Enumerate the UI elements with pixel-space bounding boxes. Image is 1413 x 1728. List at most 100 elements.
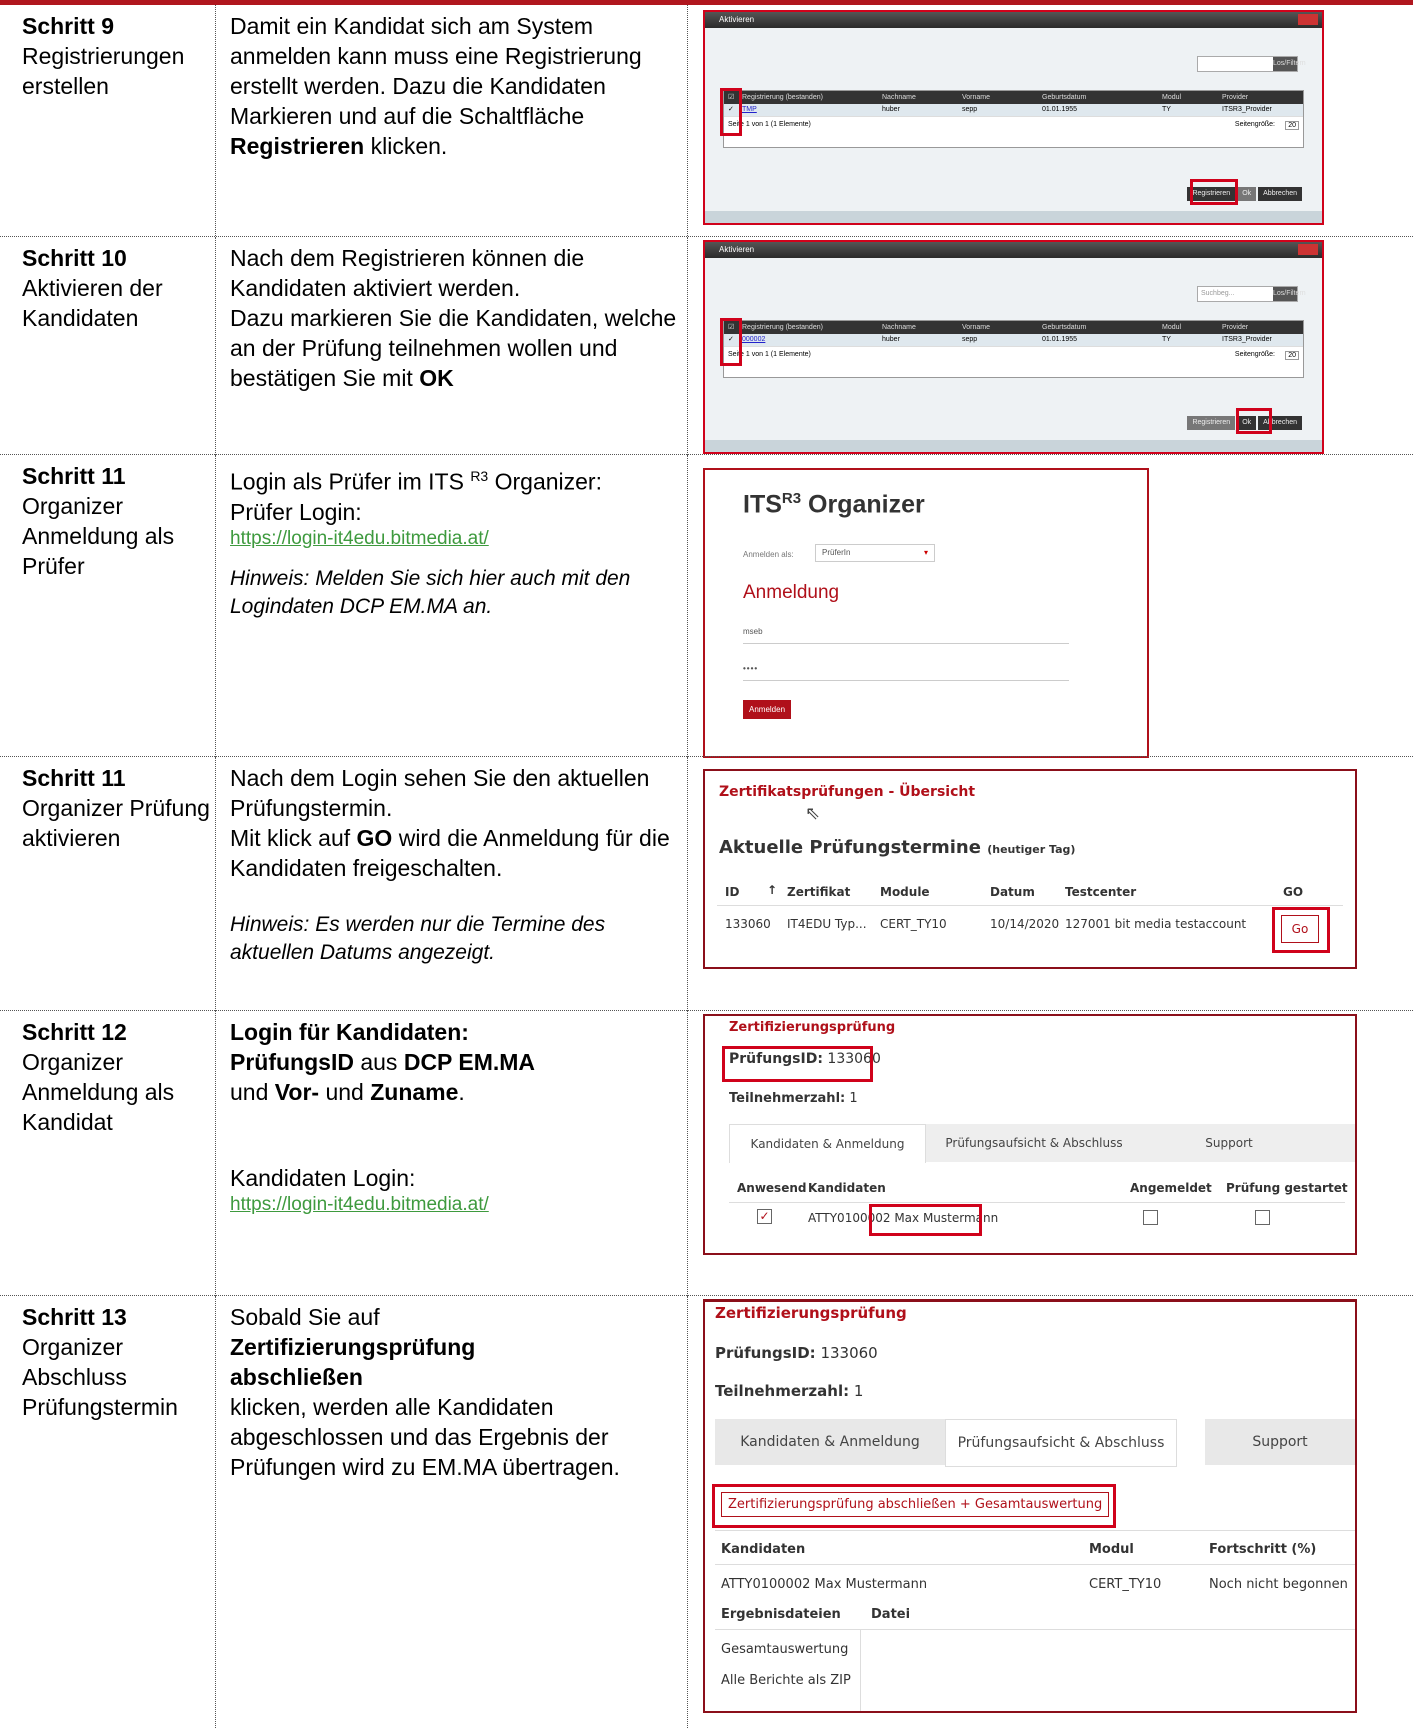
cancel-button[interactable]: Abbrechen (1258, 187, 1302, 201)
step-label: Schritt 13 Organizer Abschluss Prüfungste… (22, 1302, 212, 1422)
highlight-box (720, 88, 742, 136)
step-title: Schritt 11 (22, 765, 126, 791)
desc-text: Nach dem Login sehen Sie den aktuellen P… (230, 765, 650, 821)
step-row-10: Schritt 10 Aktivieren der Kandidaten Nach… (0, 236, 1413, 455)
col-header[interactable]: Modul (1162, 91, 1181, 104)
participant-count: Teilnehmerzahl: 1 (729, 1091, 858, 1106)
col-header[interactable]: Modul (1162, 321, 1181, 334)
col-header[interactable]: Module (880, 885, 930, 899)
pagesize-label: Seitengröße: (1234, 351, 1275, 358)
col-header[interactable]: ID (725, 885, 739, 899)
step-label: Schritt 12 Organizer Anmeldung als Kandid… (22, 1017, 212, 1137)
desc-sup: R3 (470, 468, 489, 484)
divider (729, 1202, 1345, 1203)
login-as-select[interactable]: PrüferIn (815, 544, 935, 562)
cell: sepp (962, 106, 978, 113)
col-header: Prüfung gestartet (1226, 1181, 1348, 1195)
pagesize-select[interactable]: 20 (1285, 351, 1299, 360)
step-row-9: Schritt 9 Registrierungen erstellen Damit… (0, 5, 1413, 236)
file-item[interactable]: Alle Berichte als ZIP (721, 1673, 851, 1688)
step-description: Damit ein Kandidat sich am System anmeld… (230, 11, 680, 161)
desc-bold: Registrieren (230, 133, 365, 159)
filter-button[interactable]: Los/Filtern (1273, 57, 1306, 71)
table-row[interactable]: ✓ 000002 huber sepp 01.01.1955 TY ITSR3_… (724, 334, 1303, 347)
desc-text: klicken, werden alle Kandidaten abgeschl… (230, 1394, 620, 1480)
login-link[interactable]: https://login-it4edu.bitmedia.at/ (230, 527, 680, 551)
step-subtitle: Organizer Prüfung aktivieren (22, 795, 210, 851)
column-divider (687, 1011, 688, 1296)
col-header[interactable]: Geburtsdatum (1042, 91, 1086, 104)
tab-support[interactable]: Support (1205, 1419, 1355, 1465)
col-header: Kandidaten (808, 1181, 886, 1195)
divider (715, 1564, 1355, 1565)
registration-link[interactable]: TMP (742, 104, 757, 116)
close-icon[interactable] (1298, 244, 1318, 255)
login-heading: ITSR3 Organizer (743, 490, 925, 519)
col-header[interactable]: Registrierung (bestanden) (742, 321, 823, 334)
tab-supervision[interactable]: Prüfungsaufsicht & Abschluss (945, 1419, 1177, 1467)
col-header: Ergebnisdateien (721, 1607, 841, 1622)
step-row-11-activate: Schritt 11 Organizer Prüfung aktivieren N… (0, 756, 1413, 1011)
password-field[interactable]: •••• (743, 664, 1069, 681)
registration-link[interactable]: 000002 (742, 334, 765, 346)
col-header[interactable]: Testcenter (1065, 885, 1136, 899)
login-link[interactable]: https://login-it4edu.bitmedia.at/ (230, 1193, 680, 1217)
present-checkbox[interactable]: ✓ (757, 1209, 772, 1224)
tab-candidates[interactable]: Kandidaten & Anmeldung (729, 1124, 926, 1163)
desc-text: Damit ein Kandidat sich am System anmeld… (230, 13, 642, 129)
col-header[interactable]: Provider (1222, 321, 1248, 334)
col-header[interactable]: Nachname (882, 91, 916, 104)
col-header[interactable]: Vorname (962, 321, 990, 334)
search-input[interactable]: Suchbeg... Los/Filtern (1197, 286, 1306, 302)
step-title: Schritt 11 (22, 463, 126, 489)
col-header[interactable]: GO (1283, 885, 1303, 899)
cell: Noch nicht begonnen (1209, 1577, 1348, 1592)
filter-button[interactable]: Los/Filtern (1273, 287, 1306, 301)
col-header: Fortschritt (%) (1209, 1542, 1317, 1557)
file-item[interactable]: Gesamtauswertung (721, 1642, 848, 1657)
dialog-footer (705, 211, 1322, 223)
close-icon[interactable] (1298, 14, 1318, 25)
col-header[interactable]: Geburtsdatum (1042, 321, 1086, 334)
col-header[interactable]: Vorname (962, 91, 990, 104)
tab-candidates[interactable]: Kandidaten & Anmeldung (715, 1419, 945, 1465)
sort-icon[interactable]: ↑ (767, 883, 777, 897)
desc-text: aus (353, 1049, 404, 1075)
col-header[interactable]: Datum (990, 885, 1035, 899)
username-field[interactable]: mseb (743, 627, 1069, 644)
column-divider (687, 455, 688, 757)
exam-overview-screenshot: Zertifikatsprüfungen - Übersicht ⇖ Aktue… (703, 769, 1357, 969)
step-description: Login für Kandidaten: PrüfungsID aus DCP… (230, 1017, 680, 1217)
desc-text: Login als Prüfer im ITS (230, 468, 471, 495)
col-header[interactable]: Registrierung (bestanden) (742, 91, 823, 104)
exam-started-checkbox[interactable] (1255, 1210, 1270, 1225)
login-button[interactable]: Anmelden (743, 700, 792, 719)
column-divider (215, 757, 216, 1011)
tab-supervision[interactable]: Prüfungsaufsicht & Abschluss (924, 1124, 1144, 1162)
candidate-grid: ☑ Registrierung (bestanden) Nachname Vor… (723, 320, 1304, 378)
step-label: Schritt 11 Organizer Prüfung aktivieren (22, 763, 212, 853)
cell: ATTY0100002 Max Mustermann (721, 1577, 928, 1592)
registered-checkbox[interactable] (1143, 1210, 1158, 1225)
step-title: Schritt 12 (22, 1019, 127, 1045)
ok-button[interactable]: Ok (1237, 187, 1257, 201)
column-divider (215, 1011, 216, 1296)
desc-bold: Vor- (274, 1079, 320, 1105)
pagesize-select[interactable]: 20 (1285, 121, 1299, 130)
desc-text: klicken. (364, 133, 448, 159)
table-row[interactable]: ✓ TMP huber sepp 01.01.1955 TY ITSR3_Pro… (724, 104, 1303, 117)
count-value: 1 (853, 1382, 864, 1400)
col-header[interactable]: Zertifikat (787, 885, 850, 899)
column-divider (215, 1296, 216, 1728)
register-button[interactable]: Registrieren (1187, 416, 1236, 430)
step-subtitle: Organizer Anmeldung als Prüfer (22, 493, 175, 579)
cell: TY (1162, 106, 1171, 113)
exam-title: Zertifizierungsprüfung (715, 1304, 907, 1322)
desc-text: Mit klick auf (230, 825, 357, 851)
col-header[interactable]: Nachname (882, 321, 916, 334)
tab-support[interactable]: Support (1144, 1124, 1314, 1162)
column-divider (215, 237, 216, 455)
search-input[interactable]: Los/Filtern (1197, 56, 1306, 72)
pagesize-label: Seitengröße: (1234, 121, 1275, 128)
col-header[interactable]: Provider (1222, 91, 1248, 104)
